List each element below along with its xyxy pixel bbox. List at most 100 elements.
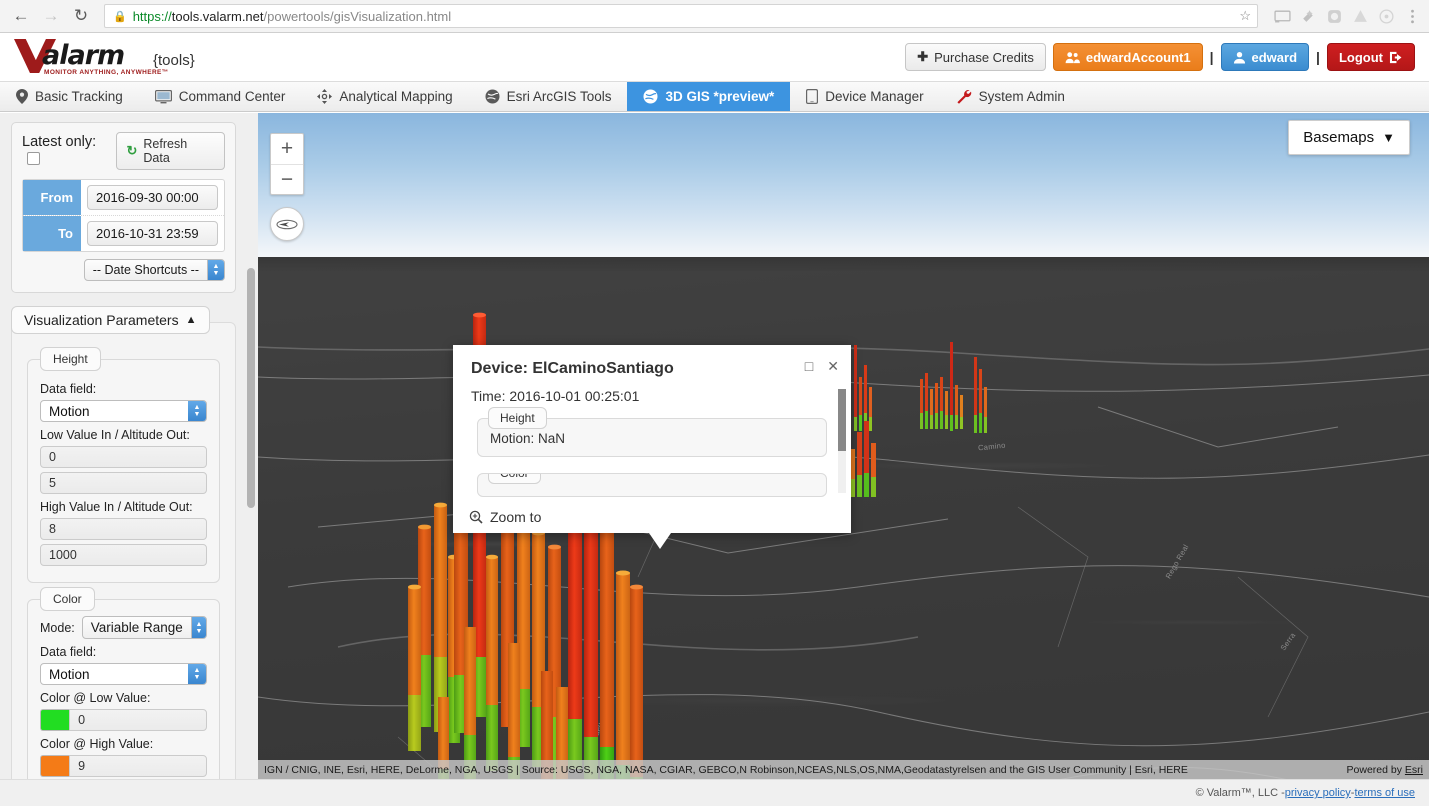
user-button[interactable]: edward <box>1220 43 1310 71</box>
url-scheme: https:// <box>132 8 172 24</box>
popup-body: Time: 2016-10-01 00:25:01 Height Motion:… <box>453 384 851 497</box>
back-arrow-icon[interactable]: ← <box>8 3 34 29</box>
logout-label: Logout <box>1338 49 1383 65</box>
compass-button[interactable] <box>270 207 304 241</box>
height-high-label: High Value In / Altitude Out: <box>40 500 193 514</box>
purchase-credits-label: Purchase Credits <box>934 49 1034 65</box>
select-stepper-icon: ▲ ▼ <box>190 617 206 638</box>
close-icon[interactable]: ✕ <box>827 359 839 373</box>
from-label: From <box>23 180 81 215</box>
esri-link[interactable]: Esri <box>1405 764 1423 776</box>
nav-tab-label: 3D GIS *preview* <box>665 89 775 104</box>
latest-only-control[interactable]: Latest only: <box>22 133 116 169</box>
date-shortcuts-value: -- Date Shortcuts -- <box>92 263 199 277</box>
bookmark-star-icon[interactable]: ☆ <box>1239 8 1251 24</box>
attribution-powered-by: Powered by Esri <box>1347 764 1423 776</box>
compass-icon <box>276 219 298 229</box>
nav-tab-esri-arcgis-tools[interactable]: Esri ArcGIS Tools <box>469 82 628 111</box>
popup-zoom-to-button[interactable]: Zoom to <box>453 501 851 533</box>
app-icon[interactable] <box>1326 8 1343 25</box>
zoom-out-button[interactable]: − <box>271 164 303 194</box>
nav-tab-analytical-mapping[interactable]: Analytical Mapping <box>301 82 468 111</box>
purchase-credits-button[interactable]: ✚ Purchase Credits <box>905 43 1046 71</box>
zoom-in-button[interactable]: + <box>271 134 303 164</box>
crosshair-icon <box>317 89 333 104</box>
nav-tab-command-center[interactable]: Command Center <box>139 82 302 111</box>
nav-tab-device-manager[interactable]: Device Manager <box>790 82 939 111</box>
height-high-in-input[interactable]: 8 <box>40 518 207 540</box>
color-data-field-select[interactable]: Motion ▲ ▼ <box>40 663 207 685</box>
forward-arrow-icon[interactable]: → <box>38 3 64 29</box>
height-low-out-input[interactable]: 5 <box>40 472 207 494</box>
cast-icon[interactable] <box>1274 8 1291 25</box>
basemaps-button[interactable]: Basemaps ▼ <box>1288 120 1410 155</box>
popup-scrollbar-thumb[interactable] <box>838 389 846 451</box>
color-data-field-label: Data field: <box>40 645 97 659</box>
terms-of-use-link[interactable]: terms of use <box>1354 787 1415 799</box>
maximize-icon[interactable]: □ <box>805 359 813 373</box>
color-legend: Color <box>40 587 95 611</box>
record-icon[interactable] <box>1378 8 1395 25</box>
logo-wordmark: alarm <box>42 40 125 71</box>
color-high-swatch[interactable] <box>40 755 70 777</box>
height-data-field-select[interactable]: Motion ▲ ▼ <box>40 400 207 422</box>
chevron-down-icon: ▼ <box>1382 130 1395 145</box>
height-legend: Height <box>40 347 101 371</box>
select-stepper-icon: ▲ ▼ <box>188 664 206 684</box>
refresh-data-label: Refresh Data <box>143 137 188 165</box>
color-low-value-input[interactable]: 0 <box>69 709 207 731</box>
privacy-policy-link[interactable]: privacy policy <box>1285 787 1351 799</box>
color-high-value-input[interactable]: 9 <box>69 755 207 777</box>
color-high-row: 9 <box>40 755 207 777</box>
nav-tab-label: Command Center <box>178 89 286 104</box>
to-date-input[interactable]: 2016-10-31 23:59 <box>87 221 218 246</box>
globe-icon <box>485 89 500 104</box>
zoom-in-magnifier-icon <box>469 510 483 524</box>
color-mode-select[interactable]: Variable Range ▲ ▼ <box>81 616 207 639</box>
url-host: tools.valarm.net <box>171 8 264 24</box>
refresh-data-button[interactable]: ↻ Refresh Data <box>116 132 225 170</box>
color-low-swatch[interactable] <box>40 709 70 731</box>
latest-only-checkbox[interactable] <box>27 152 40 165</box>
valarm-logo: alarm MONITOR ANYTHING, ANYWHERE™ <box>14 39 168 76</box>
primary-nav: Basic Tracking Command Center Analytical… <box>0 81 1429 112</box>
latest-only-label: Latest only: <box>22 134 97 150</box>
from-date-input[interactable]: 2016-09-30 00:00 <box>87 185 218 210</box>
to-label: To <box>23 216 81 251</box>
users-icon <box>1065 51 1080 63</box>
date-shortcuts-select[interactable]: -- Date Shortcuts -- ▲ ▼ <box>83 259 225 281</box>
nav-tab-3d-gis[interactable]: 3D GIS *preview* <box>627 82 791 111</box>
drive-icon[interactable] <box>1352 8 1369 25</box>
sidebar-scrollbar-thumb[interactable] <box>247 268 255 508</box>
date-range-box: From 2016-09-30 00:00 To 2016-10-31 23:5… <box>22 179 225 252</box>
logout-button[interactable]: Logout <box>1326 43 1415 71</box>
nav-tab-label: Basic Tracking <box>35 89 123 104</box>
popup-color-fieldset: Color <box>477 473 827 497</box>
device-popup[interactable]: Device: ElCaminoSantiago □ ✕ Time: 2016-… <box>453 345 851 549</box>
chevron-up-icon: ▲ <box>185 314 197 326</box>
browser-toolbar: ← → ↻ 🔒 https://tools.valarm.net/powerto… <box>0 0 1429 33</box>
from-input-wrap: 2016-09-30 00:00 <box>81 180 224 215</box>
color-data-field-value: Motion <box>49 666 90 682</box>
sky-gradient <box>258 113 1429 261</box>
reload-icon[interactable]: ↻ <box>68 3 94 29</box>
height-low-in-input[interactable]: 0 <box>40 446 207 468</box>
refresh-icon: ↻ <box>126 143 138 158</box>
popup-color-legend: Color <box>488 474 541 484</box>
nav-tab-label: Device Manager <box>825 89 924 104</box>
height-high-out-input[interactable]: 1000 <box>40 544 207 566</box>
account-button[interactable]: edwardAccount1 <box>1052 43 1203 71</box>
nav-tab-basic-tracking[interactable]: Basic Tracking <box>0 82 139 111</box>
extension-icon[interactable] <box>1300 8 1317 25</box>
menu-dots-icon[interactable] <box>1404 8 1421 25</box>
nav-tab-system-admin[interactable]: System Admin <box>940 82 1081 111</box>
brand-logo[interactable]: alarm MONITOR ANYTHING, ANYWHERE™ {tools… <box>14 39 195 76</box>
popup-height-fieldset: Height Motion: NaN <box>477 407 827 457</box>
address-bar[interactable]: 🔒 https://tools.valarm.net/powertools/gi… <box>104 4 1258 28</box>
visualization-parameters-body: Height Data field: Motion ▲ ▼ Low Value I… <box>11 322 236 806</box>
select-stepper-icon: ▲ ▼ <box>207 260 224 280</box>
main-content: Latest only: ↻ Refresh Data From 2016-09… <box>0 113 1429 806</box>
url-path: /powertools/gisVisualization.html <box>263 8 452 24</box>
visualization-parameters-toggle[interactable]: Visualization Parameters ▲ <box>11 306 210 334</box>
height-low-label: Low Value In / Altitude Out: <box>40 428 190 442</box>
